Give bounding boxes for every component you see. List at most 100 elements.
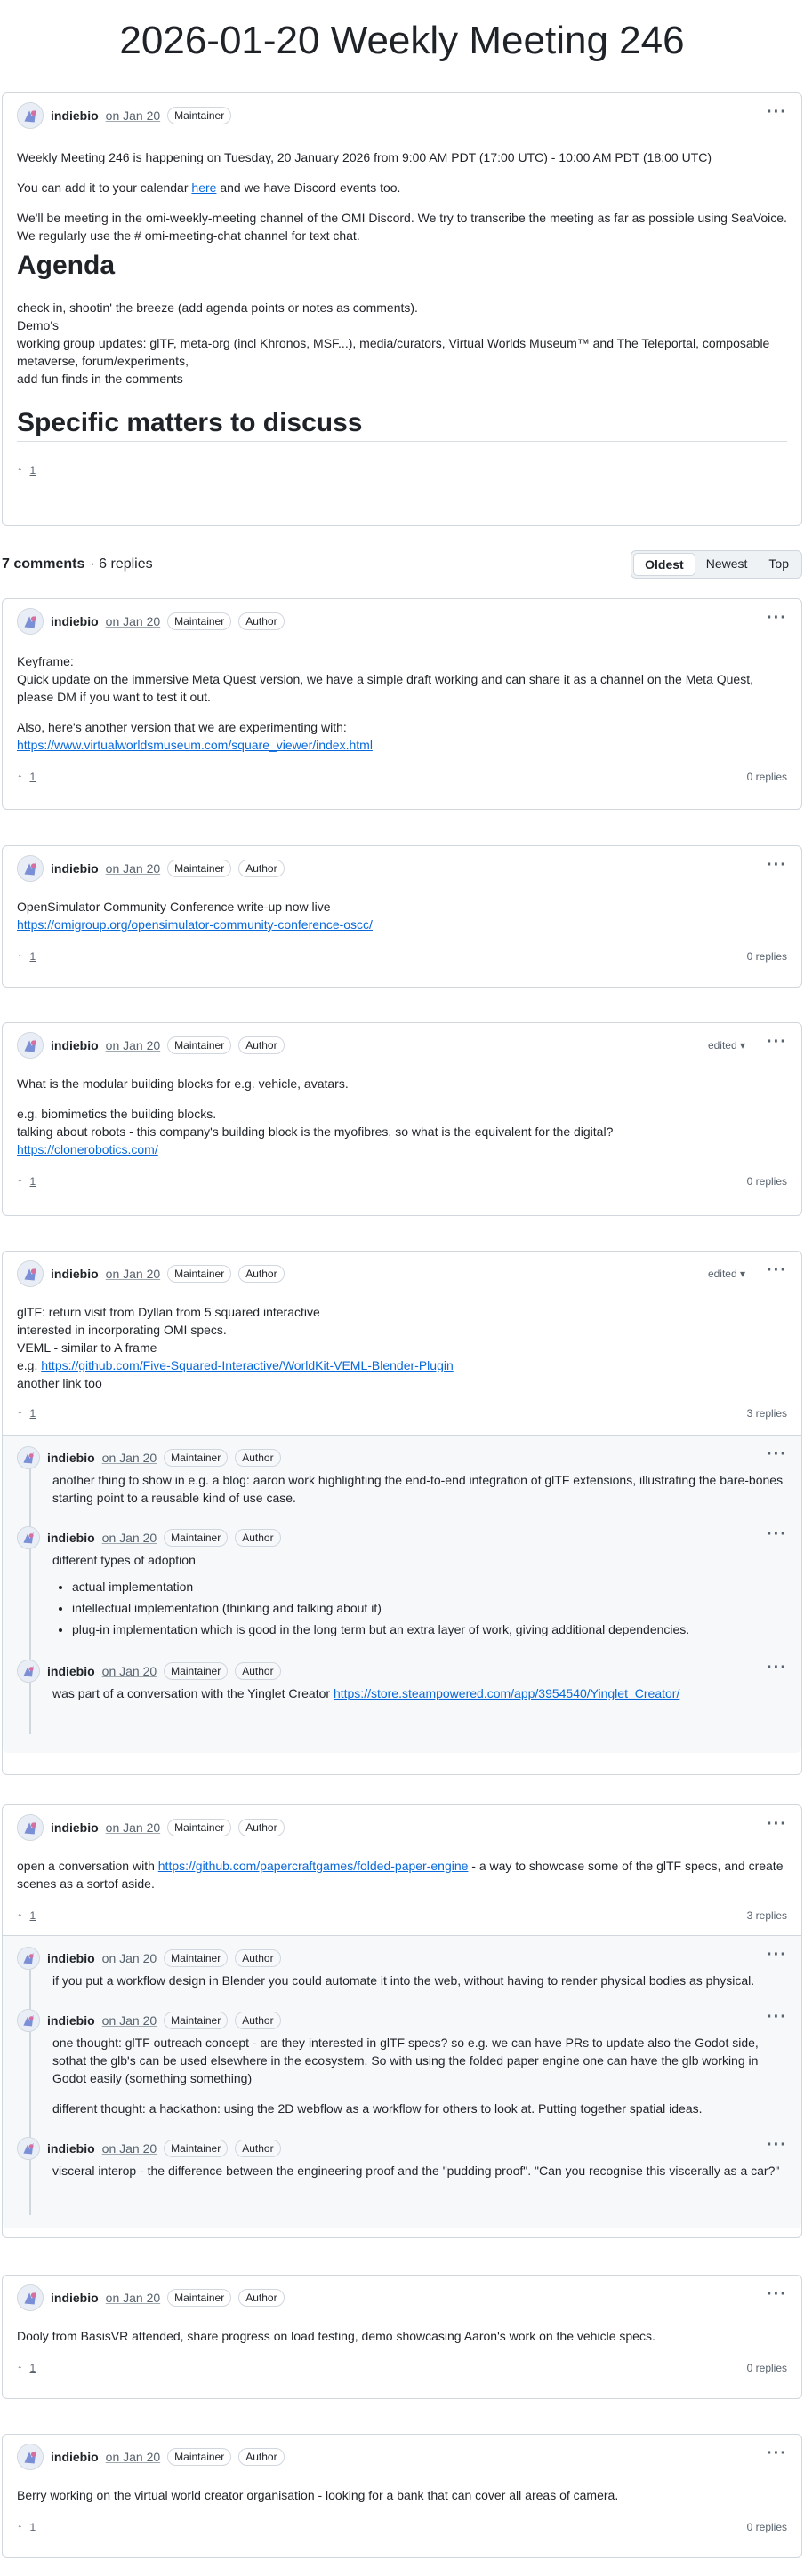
more-options-icon[interactable]: ··· — [767, 2285, 787, 2306]
author-name[interactable]: indiebio — [51, 108, 99, 123]
author-name[interactable]: indiebio — [51, 2291, 99, 2305]
post-date[interactable]: on Jan 20 — [106, 108, 161, 123]
avatar[interactable] — [17, 1814, 44, 1841]
replies-count: 3 replies — [746, 1407, 787, 1420]
comment-link[interactable]: https://clonerobotics.com/ — [17, 1142, 158, 1156]
edited-dropdown[interactable]: edited ▾ — [708, 1268, 745, 1280]
more-options-icon[interactable]: ··· — [767, 1946, 787, 1966]
avatar[interactable] — [17, 2137, 40, 2160]
author-badge: Author — [238, 860, 285, 877]
author-name[interactable]: indiebio — [51, 2450, 99, 2464]
author-name[interactable]: indiebio — [51, 614, 99, 628]
more-options-icon[interactable]: ··· — [767, 1261, 787, 1282]
agenda-line: Demo's — [17, 318, 60, 332]
more-options-icon[interactable]: ··· — [767, 856, 787, 876]
comment-date[interactable]: on Jan 20 — [106, 2291, 161, 2305]
upvote-button[interactable]: ↑ 1 — [17, 1909, 36, 1923]
calendar-link[interactable]: here — [191, 180, 216, 195]
reply-date[interactable]: on Jan 20 — [102, 1451, 157, 1465]
avatar[interactable] — [17, 855, 44, 882]
more-options-icon[interactable]: ··· — [767, 1815, 787, 1836]
author-name[interactable]: indiebio — [47, 1531, 95, 1545]
comment: indiebio on Jan 20 Maintainer Author edi… — [2, 1022, 802, 1216]
author-name[interactable]: indiebio — [51, 1267, 99, 1281]
sort-newest-button[interactable]: Newest — [695, 553, 759, 576]
comment-link[interactable]: https://omigroup.org/opensimulator-commu… — [17, 917, 373, 932]
sort-top-button[interactable]: Top — [758, 553, 800, 576]
upvote-button[interactable]: ↑ 1 — [17, 464, 36, 477]
avatar[interactable] — [17, 1947, 40, 1970]
avatar[interactable] — [17, 1660, 40, 1683]
avatar[interactable] — [17, 1526, 40, 1549]
arrow-up-icon: ↑ — [17, 1908, 23, 1923]
upvote-button[interactable]: ↑ 1 — [17, 2362, 36, 2375]
comment-date[interactable]: on Jan 20 — [106, 614, 161, 628]
author-badge: Author — [235, 1949, 281, 1967]
upvote-button[interactable]: ↑ 1 — [17, 1407, 36, 1420]
more-options-icon[interactable]: ··· — [767, 609, 787, 629]
more-options-icon[interactable]: ··· — [767, 2444, 787, 2465]
author-badge: Author — [238, 2448, 285, 2466]
upvote-button[interactable]: ↑ 1 — [17, 950, 36, 964]
more-options-icon[interactable]: ··· — [767, 1659, 787, 1679]
comment-date[interactable]: on Jan 20 — [106, 861, 161, 876]
edited-dropdown[interactable]: edited ▾ — [708, 1039, 745, 1052]
author-name[interactable]: indiebio — [51, 1820, 99, 1835]
author-name[interactable]: indiebio — [47, 1664, 95, 1678]
reply-thread: indiebio on Jan 20 Maintainer Author ···… — [3, 1935, 801, 2228]
upvote-button[interactable]: ↑ 1 — [17, 1175, 36, 1188]
avatar[interactable] — [17, 1032, 44, 1059]
maintainer-badge: Maintainer — [167, 2448, 232, 2466]
author-name[interactable]: indiebio — [51, 861, 99, 876]
avatar[interactable] — [17, 1446, 40, 1469]
replies-count: 3 replies — [746, 1909, 787, 1922]
reply-body: if you put a workflow design in Blender … — [52, 1973, 755, 1988]
comment-date[interactable]: on Jan 20 — [106, 1038, 161, 1052]
reply-date[interactable]: on Jan 20 — [102, 1531, 157, 1545]
reply-date[interactable]: on Jan 20 — [102, 2141, 157, 2156]
calendar-text: You can add it to your calendar here and… — [17, 180, 401, 195]
more-options-icon[interactable]: ··· — [767, 2136, 787, 2156]
reply-date[interactable]: on Jan 20 — [102, 1664, 157, 1678]
avatar[interactable] — [17, 2009, 40, 2032]
author-name[interactable]: indiebio — [47, 2141, 95, 2156]
comment: indiebio on Jan 20 Maintainer Author ···… — [2, 2434, 802, 2558]
avatar[interactable] — [17, 2444, 44, 2470]
author-name[interactable]: indiebio — [47, 2013, 95, 2028]
author-name[interactable]: indiebio — [51, 1038, 99, 1052]
comment-date[interactable]: on Jan 20 — [106, 1267, 161, 1281]
discord-text: We'll be meeting in the omi-weekly-meeti… — [17, 211, 787, 243]
reply-body: was part of a conversation with the Ying… — [52, 1686, 680, 1700]
avatar[interactable] — [17, 102, 44, 129]
more-options-icon[interactable]: ··· — [767, 1033, 787, 1053]
more-options-icon[interactable]: ··· — [767, 2008, 787, 2028]
comment: indiebio on Jan 20 Maintainer Author ···… — [2, 1804, 802, 2238]
comment-date[interactable]: on Jan 20 — [106, 1820, 161, 1835]
comment: indiebio on Jan 20 Maintainer Author ···… — [2, 598, 802, 810]
upvote-button[interactable]: ↑ 1 — [17, 771, 36, 784]
upvote-button[interactable]: ↑ 1 — [17, 2521, 36, 2534]
comment-body: What is the modular building blocks for … — [17, 1076, 614, 1156]
comment-body: Keyframe: Quick update on the immersive M… — [17, 654, 753, 752]
reply-date[interactable]: on Jan 20 — [102, 1951, 157, 1965]
reply-date[interactable]: on Jan 20 — [102, 2013, 157, 2028]
comment-date[interactable]: on Jan 20 — [106, 2450, 161, 2464]
avatar[interactable] — [17, 2284, 44, 2311]
author-name[interactable]: indiebio — [47, 1451, 95, 1465]
comment-body: open a conversation with https://github.… — [17, 1859, 784, 1891]
comments-count: 7 comments — [2, 556, 85, 572]
reply-link[interactable]: https://store.steampowered.com/app/39545… — [334, 1686, 679, 1700]
more-options-icon[interactable]: ··· — [767, 1445, 787, 1466]
more-options-icon[interactable]: ··· — [767, 103, 787, 124]
more-options-icon[interactable]: ··· — [767, 1525, 787, 1546]
comment-body: Berry working on the virtual world creat… — [17, 2488, 619, 2502]
comment-link[interactable]: https://github.com/papercraftgames/folde… — [158, 1859, 469, 1873]
sort-oldest-button[interactable]: Oldest — [633, 553, 695, 576]
comment-link[interactable]: https://github.com/Five-Squared-Interact… — [41, 1358, 454, 1372]
author-name[interactable]: indiebio — [47, 1951, 95, 1965]
avatar[interactable] — [17, 608, 44, 635]
avatar[interactable] — [17, 1260, 44, 1287]
comment-link[interactable]: https://www.virtualworldsmuseum.com/squa… — [17, 738, 373, 752]
comment-body: OpenSimulator Community Conference write… — [17, 900, 373, 932]
reply: indiebio on Jan 20 Maintainer Author ···… — [3, 1936, 801, 1989]
